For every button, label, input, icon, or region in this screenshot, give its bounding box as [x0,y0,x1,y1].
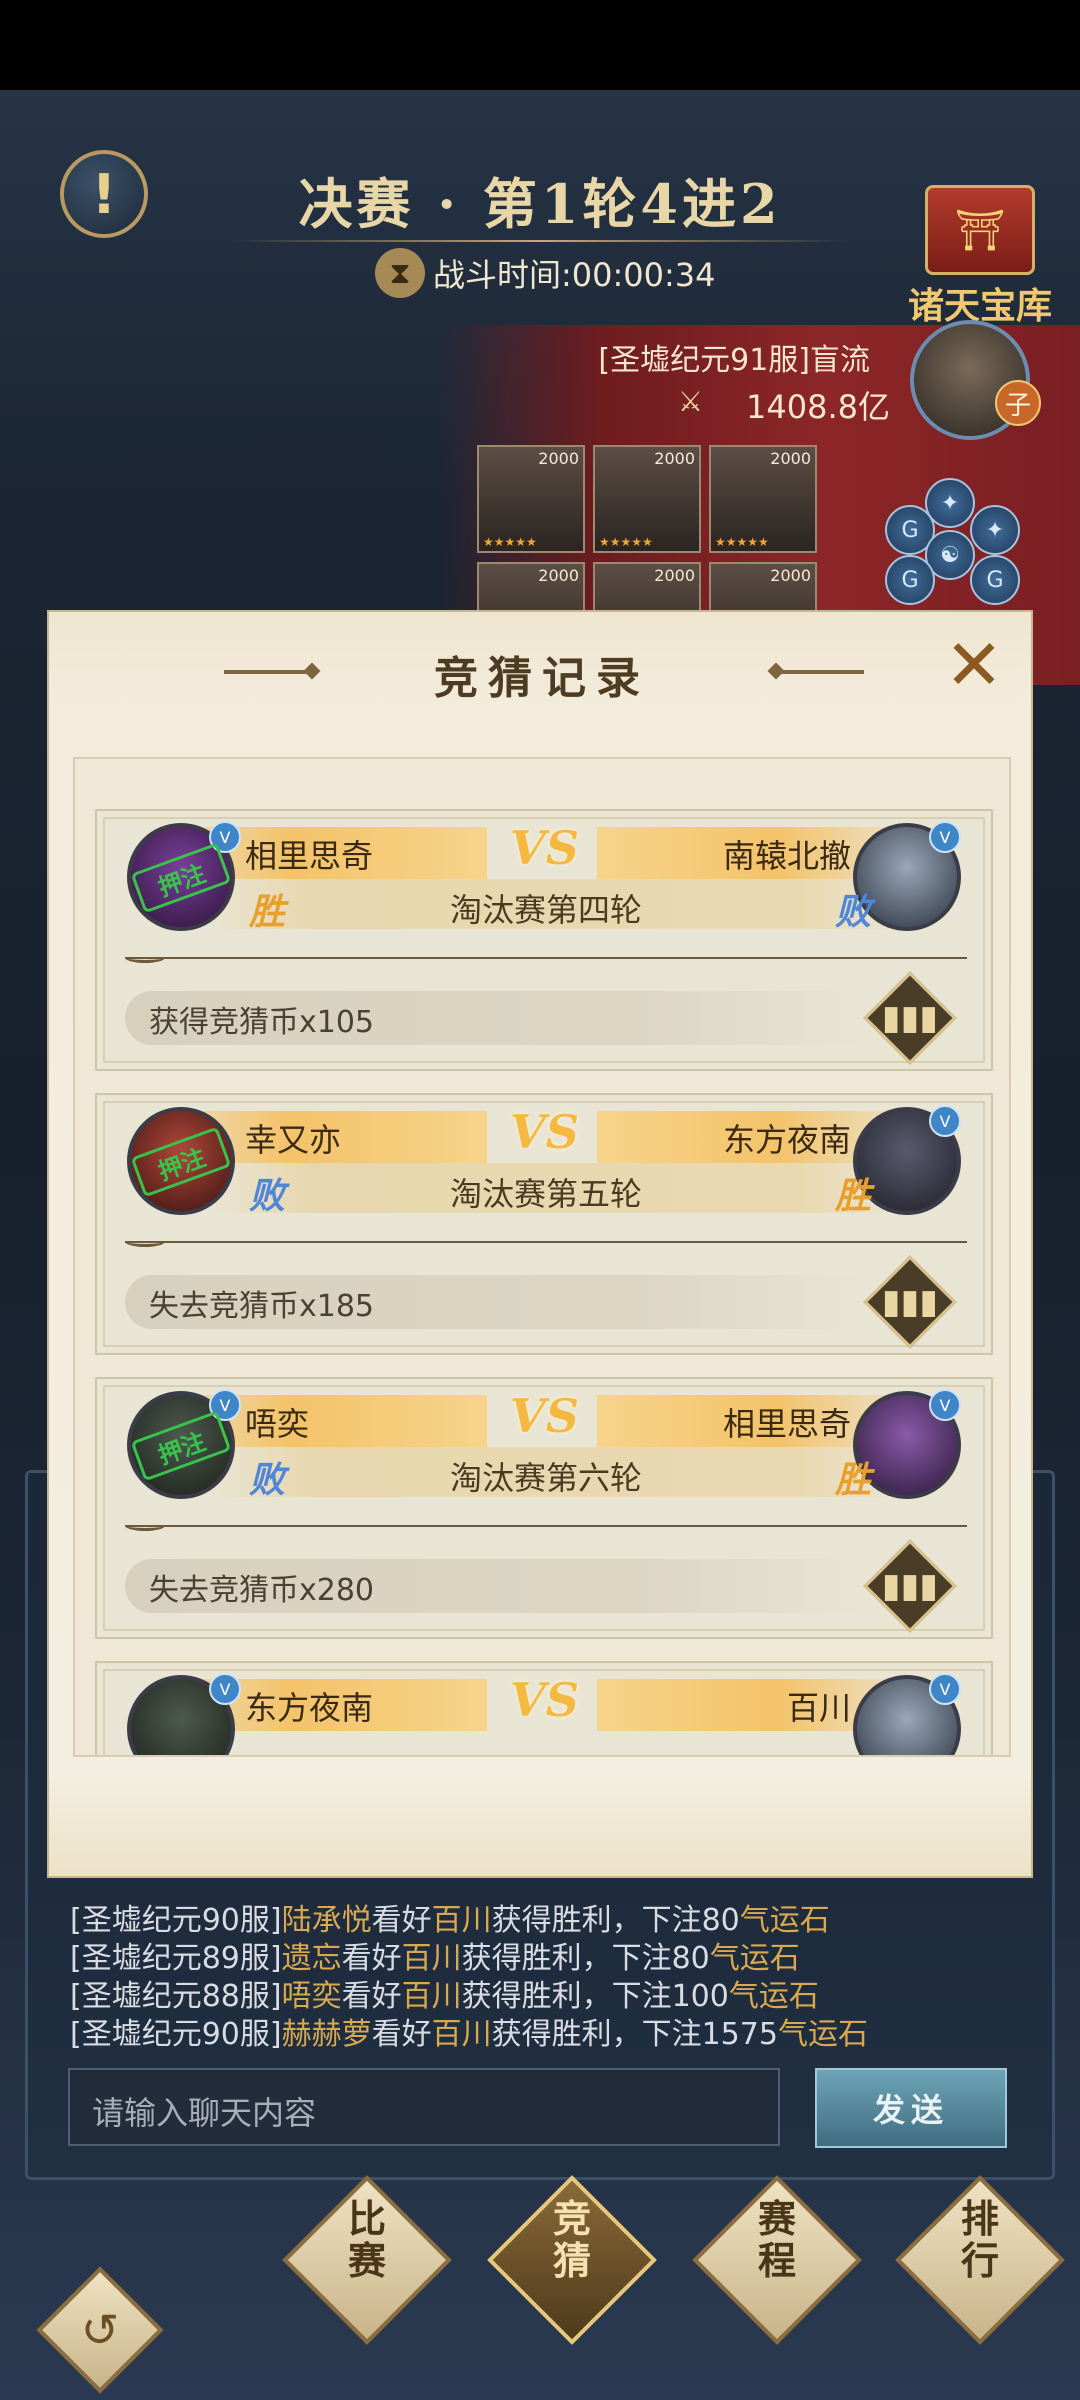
dialog-title: 竞猜记录 [434,653,650,704]
hero-level: 2000 [538,449,579,468]
hero-stars: ★★★★★ [599,535,653,549]
left-result: 败 [249,1175,286,1217]
skill-icon[interactable]: ✦ [970,505,1020,555]
close-button[interactable]: ✕ [939,630,1009,700]
treasure-button[interactable]: ⛩ 诸天宝库 [895,185,1065,329]
verified-icon: V [929,821,961,853]
player-name: [圣墟纪元91服]盲流 [598,343,870,378]
player-power: 1408.8亿 [746,388,890,426]
skill-icon[interactable]: G [970,555,1020,605]
left-player-name: 东方夜南 [245,1689,374,1727]
page-title: 决赛 · 第1轮4进2 [298,172,782,236]
player-rank-badge: 子 [995,380,1041,426]
vs-label: VS [510,1105,579,1159]
nav-guess-label: 竞猜 [552,2196,591,2283]
record-list[interactable]: V 押注 V 相里思奇 VS 南辕北撤 淘汰赛第四轮 胜 败 获得竞猜币x105… [73,757,1011,1757]
title-divider [230,240,850,242]
battle-timer: ⧗ 战斗时间:00:00:34 [375,248,716,298]
hero-level: 2000 [538,566,579,585]
vs-label: VS [510,821,579,875]
right-player-name: 东方夜南 [722,1121,851,1159]
exclamation-icon: ! [91,162,117,226]
vs-label: VS [510,1389,579,1443]
close-icon: ✕ [944,624,1004,706]
nav-schedule-label: 赛程 [757,2196,796,2283]
swirl-icon: ↺ [80,2303,120,2357]
right-result: 胜 [834,1459,871,1501]
bar-chart-icon: ▮▮▮ [881,1566,939,1606]
left-result: 胜 [249,891,286,933]
chat-input[interactable]: 请输入聊天内容 [68,2068,780,2146]
hero-stars: ★★★★★ [715,535,769,549]
chat-line: [圣墟纪元90服]赫赫萝看好百川获得胜利，下注1575气运石 [70,2017,868,2052]
right-player-name: 百川 [786,1689,851,1727]
coin-result: 失去竞猜币x185 [149,1289,375,1324]
verified-icon: V [929,1673,961,1705]
record-card: V 押注 V 相里思奇 VS 南辕北撤 淘汰赛第四轮 胜 败 获得竞猜币x105… [95,809,993,1071]
hero-card[interactable]: 2000 ★★★★★ [477,445,585,553]
hero-level: 2000 [654,566,695,585]
hero-level: 2000 [770,449,811,468]
left-player-name: 幸又亦 [245,1121,342,1159]
skill-icon[interactable]: G [885,555,935,605]
bar-chart-icon: ▮▮▮ [881,998,939,1038]
coin-result: 获得竞猜币x105 [149,1005,375,1040]
status-bar [0,0,1080,90]
vs-label: VS [510,1673,579,1727]
nav-match-label: 比赛 [347,2196,386,2283]
right-player-name: 相里思奇 [722,1405,851,1443]
verified-icon: V [929,1105,961,1137]
record-card: V 押注 V 唔奕 VS 相里思奇 淘汰赛第六轮 败 胜 失去竞猜币x280 ▮… [95,1377,993,1639]
info-button[interactable]: ! [60,150,148,238]
treasure-shrine-icon: ⛩ [925,185,1035,275]
hero-stars: ★★★★★ [483,535,537,549]
record-card: 押注 V 幸又亦 VS 东方夜南 淘汰赛第五轮 败 胜 失去竞猜币x185 ▮▮… [95,1093,993,1355]
hero-card[interactable]: 2000 ★★★★★ [593,445,701,553]
hourglass-icon: ⧗ [375,248,425,298]
bar-chart-icon: ▮▮▮ [881,1282,939,1322]
right-player-name: 南辕北撤 [722,837,851,875]
timer-label: 战斗时间:00:00:34 [433,256,716,294]
coin-result: 失去竞猜币x280 [149,1573,375,1608]
record-card: V V 东方夜南 VS 百川 [95,1661,993,1755]
left-player-name: 唔奕 [245,1405,310,1443]
betting-record-dialog: 竞猜记录 ✕ V 押注 V 相里思奇 VS 南辕北撤 淘汰赛第四轮 胜 败 获得… [47,610,1033,1878]
hero-level: 2000 [770,566,811,585]
right-result: 胜 [834,1175,871,1217]
verified-icon: V [209,1673,241,1705]
nav-rank-label: 排行 [960,2196,999,2283]
left-result: 败 [249,1459,286,1501]
left-player-name: 相里思奇 [245,837,374,875]
right-result: 败 [834,891,871,933]
hero-card[interactable]: 2000 ★★★★★ [709,445,817,553]
verified-icon: V [929,1389,961,1421]
hero-level: 2000 [654,449,695,468]
send-button[interactable]: 发送 [815,2068,1007,2148]
